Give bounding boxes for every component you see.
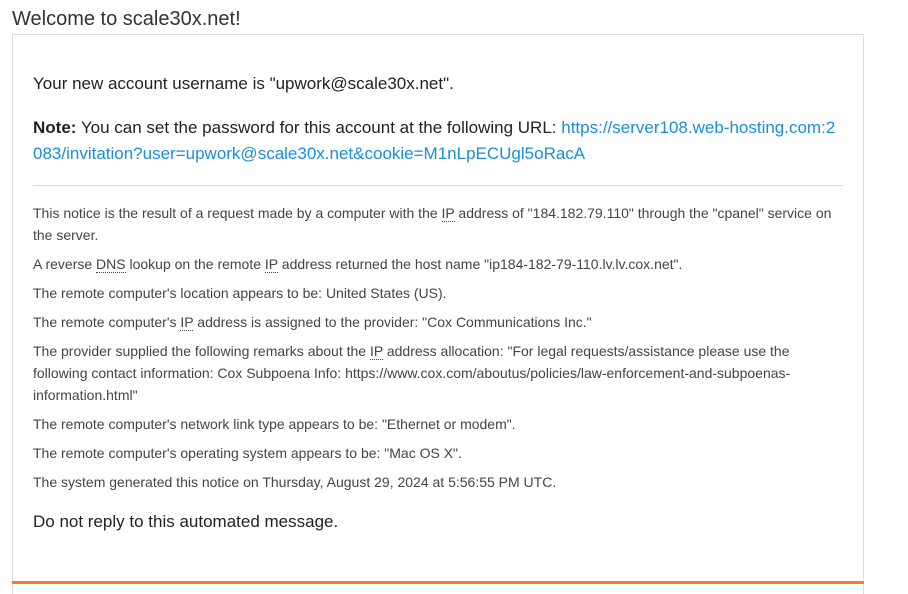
dns-abbr: DNS bbox=[96, 256, 126, 273]
ip-abbr: IP bbox=[264, 256, 278, 273]
note-line: Note: You can set the password for this … bbox=[33, 115, 843, 167]
closing-message: Do not reply to this automated message. bbox=[33, 512, 339, 531]
notice-timestamp: The system generated this notice on Thur… bbox=[33, 474, 557, 490]
footer-accent-bar bbox=[12, 581, 864, 584]
notice-provider-remarks: The provider supplied the following rema… bbox=[33, 343, 791, 403]
ip-abbr: IP bbox=[180, 314, 194, 331]
message-body: Your new account username is "upwork@sca… bbox=[13, 35, 863, 535]
page-title: Welcome to scale30x.net! bbox=[12, 8, 241, 30]
message-card: Your new account username is "upwork@sca… bbox=[12, 34, 864, 594]
divider bbox=[33, 185, 843, 186]
ip-abbr: IP bbox=[441, 205, 455, 222]
notice-request-source: This notice is the result of a request m… bbox=[33, 205, 832, 243]
notice-reverse-dns: A reverse DNS lookup on the remote IP ad… bbox=[33, 256, 683, 273]
note-text: You can set the password for this accoun… bbox=[76, 118, 562, 137]
notice-location: The remote computer's location appears t… bbox=[33, 285, 447, 301]
notice-provider: The remote computer's IP address is assi… bbox=[33, 314, 592, 331]
username-line: Your new account username is "upwork@sca… bbox=[33, 74, 454, 93]
notice-link-type: The remote computer's network link type … bbox=[33, 416, 516, 432]
note-label: Note: bbox=[33, 118, 77, 137]
ip-abbr: IP bbox=[369, 343, 383, 360]
notice-os: The remote computer's operating system a… bbox=[33, 445, 462, 461]
